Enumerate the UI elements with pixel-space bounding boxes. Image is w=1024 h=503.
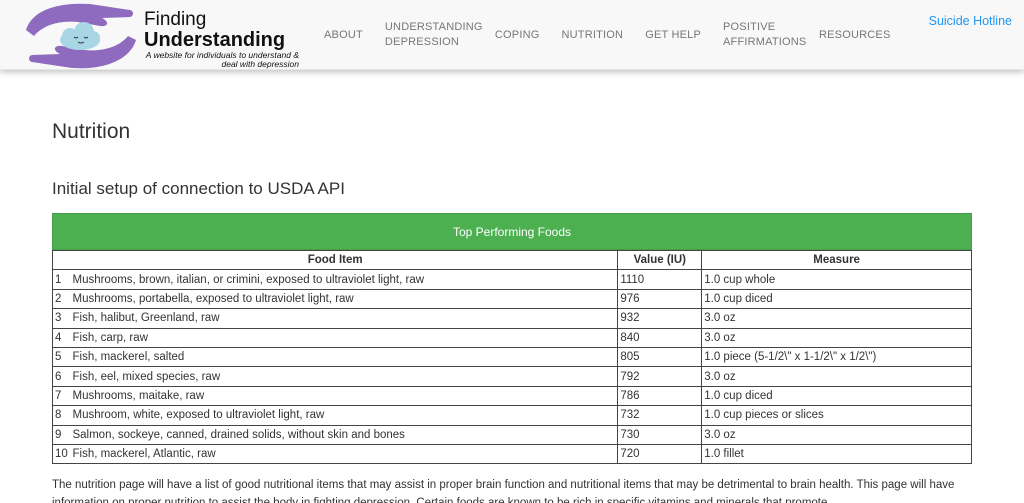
food-item-cell: Mushroom, white, exposed to ultraviolet …: [70, 405, 619, 426]
row-number: 3: [52, 308, 71, 329]
food-item-cell: Fish, carp, raw: [70, 327, 619, 348]
nutrition-description: The nutrition page will have a list of g…: [52, 479, 955, 503]
measure-cell: 3.0 oz: [701, 424, 972, 445]
row-number: 7: [52, 385, 71, 407]
measure-cell: 1.0 piece (5-1/2\" x 1-1/2\" x 1/2\"): [701, 346, 972, 368]
measure-cell: 3.0 oz: [701, 308, 972, 329]
value-cell: 932: [617, 308, 703, 329]
measure-cell: 3.0 oz: [701, 327, 972, 348]
suicide-hotline-link[interactable]: Suicide Hotline: [929, 14, 1012, 28]
value-cell: 786: [617, 385, 703, 407]
value-cell: 805: [617, 346, 703, 368]
table-caption: Top Performing Foods: [52, 213, 972, 250]
value-cell: 792: [617, 366, 703, 387]
table-row: 6 Fish, eel, mixed species, raw 792 3.0 …: [52, 366, 972, 387]
food-item-cell: Mushrooms, brown, italian, or crimini, e…: [70, 269, 619, 290]
measure-cell: 1.0 cup diced: [701, 385, 972, 407]
nav-understanding-depression[interactable]: UNDERSTANDING DEPRESSION: [385, 20, 483, 50]
measure-cell: 1.0 cup whole: [701, 269, 972, 290]
logo-title-line1: Finding: [144, 9, 207, 30]
foods-table-container: Top Performing Foods Food Item Value (IU…: [51, 213, 972, 465]
value-cell: 840: [617, 327, 703, 348]
food-item-cell: Fish, halibut, Greenland, raw: [70, 308, 619, 329]
table-row: 3 Fish, halibut, Greenland, raw 932 3.0 …: [52, 308, 972, 329]
measure-cell: 1.0 cup pieces or slices: [701, 405, 972, 426]
column-header-food-item: Food Item: [51, 249, 619, 271]
value-cell: 976: [617, 288, 703, 310]
nav-coping[interactable]: COPING: [495, 28, 540, 43]
food-item-cell: Mushrooms, maitake, raw: [70, 385, 619, 407]
column-header-measure: Measure: [701, 249, 972, 271]
value-cell: 730: [617, 424, 703, 445]
row-number: 6: [52, 366, 71, 387]
measure-cell: 1.0 cup diced: [701, 288, 972, 310]
logo-title-line2: Understanding: [144, 29, 286, 51]
value-cell: 720: [617, 443, 703, 465]
nav-nutrition[interactable]: NUTRITION: [562, 28, 624, 43]
food-item-cell: Fish, mackerel, salted: [70, 346, 619, 368]
food-item-cell: Fish, eel, mixed species, raw: [70, 366, 619, 387]
row-number: 8: [52, 405, 71, 426]
table-row: 4 Fish, carp, raw 840 3.0 oz: [52, 327, 972, 348]
row-number: 10: [52, 443, 71, 465]
food-item-cell: Salmon, sockeye, canned, drained solids,…: [70, 424, 619, 445]
row-number: 9: [52, 424, 71, 445]
value-cell: 1110: [617, 269, 703, 290]
table-row: 5 Fish, mackerel, salted 805 1.0 piece (…: [52, 346, 972, 368]
food-item-cell: Mushrooms, portabella, exposed to ultrav…: [70, 288, 619, 310]
row-number: 1: [52, 269, 71, 290]
measure-cell: 1.0 fillet: [701, 443, 972, 465]
table-row: 7 Mushrooms, maitake, raw 786 1.0 cup di…: [52, 385, 972, 407]
table-header-row: Food Item Value (IU) Measure: [51, 249, 972, 271]
row-number: 4: [52, 327, 71, 348]
page-title: Nutrition: [52, 120, 131, 143]
table-row: 2 Mushrooms, portabella, exposed to ultr…: [52, 288, 972, 310]
table-row: 1 Mushrooms, brown, italian, or crimini,…: [52, 269, 972, 290]
hands-cloud-logo-icon: [26, 3, 136, 69]
value-cell: 732: [617, 405, 703, 426]
nav-get-help[interactable]: GET HELP: [645, 28, 701, 43]
measure-cell: 3.0 oz: [701, 366, 972, 387]
main-nav: ABOUT UNDERSTANDING DEPRESSION COPING NU…: [324, 0, 912, 70]
table-row: 9 Salmon, sockeye, canned, drained solid…: [52, 424, 972, 445]
top-navbar: Finding Understanding A website for indi…: [0, 0, 1024, 70]
top-foods-table: Food Item Value (IU) Measure 1 Mushrooms…: [51, 249, 972, 465]
site-logo[interactable]: Finding Understanding A website for indi…: [18, 0, 308, 70]
food-item-cell: Fish, mackerel, Atlantic, raw: [70, 443, 619, 465]
nav-resources[interactable]: RESOURCES: [819, 28, 890, 43]
table-row: 8 Mushroom, white, exposed to ultraviole…: [52, 405, 972, 426]
table-row: 10 Fish, mackerel, Atlantic, raw 720 1.0…: [52, 443, 972, 465]
nav-about[interactable]: ABOUT: [324, 28, 363, 43]
row-number: 2: [52, 288, 71, 310]
row-number: 5: [52, 346, 71, 368]
column-header-value: Value (IU): [617, 249, 703, 271]
nav-positive-affirmations[interactable]: POSITIVE AFFIRMATIONS: [723, 20, 806, 50]
logo-tagline: A website for individuals to understand …: [145, 50, 299, 69]
section-title: Initial setup of connection to USDA API: [52, 179, 345, 198]
main-content: Nutrition Initial setup of connection to…: [51, 110, 972, 503]
